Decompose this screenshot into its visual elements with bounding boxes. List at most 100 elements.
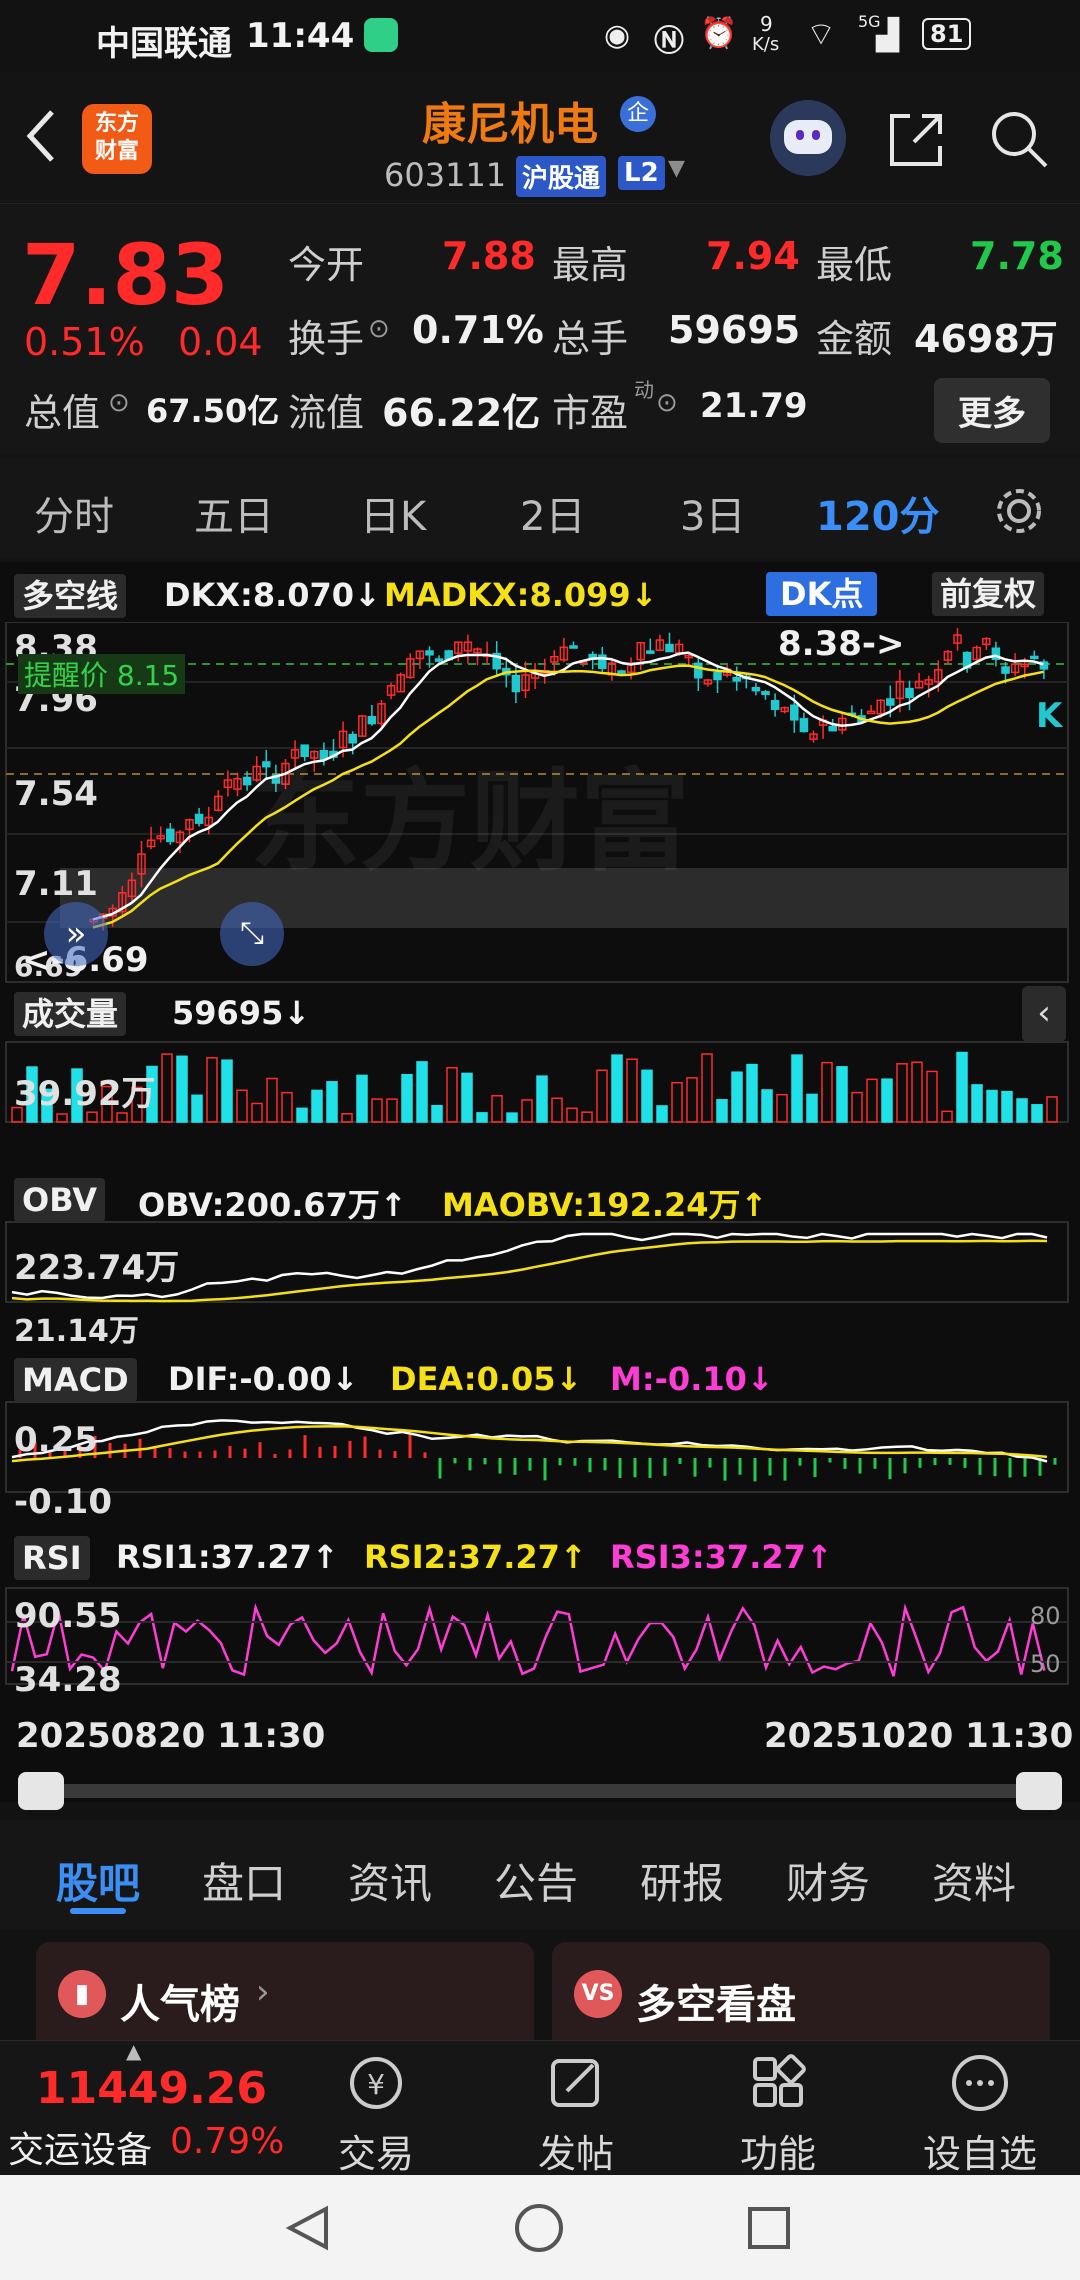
- vs-icon: VS: [574, 1970, 622, 2018]
- open-value: 7.88: [442, 234, 536, 278]
- rsi-indicator-selector[interactable]: RSI: [14, 1536, 90, 1580]
- level-tag[interactable]: L2: [618, 156, 665, 190]
- rsi3-value: RSI3:37.27↑: [610, 1538, 833, 1576]
- tab-five-day[interactable]: 五日: [194, 484, 274, 542]
- info-icon[interactable]: ⊙: [108, 388, 130, 418]
- macd-y-tick: 0.25: [14, 1420, 98, 1460]
- add-watchlist-label: 设自选: [922, 2132, 1037, 2176]
- stock-header: 东方 财富 康尼机电 企 603111 沪股通 L2 ▼: [0, 72, 1080, 204]
- signal-icon: ▟: [876, 18, 900, 53]
- tab-announcements[interactable]: 公告: [494, 1850, 578, 1911]
- system-nav-bar: [0, 2175, 1080, 2280]
- market-tag[interactable]: 沪股通: [516, 156, 607, 197]
- range-handle-left[interactable]: [18, 1772, 64, 1810]
- tab-three-day[interactable]: 3日: [680, 484, 745, 542]
- stock-name[interactable]: 康尼机电: [422, 88, 598, 152]
- turnover-value: 0.71%: [412, 308, 544, 352]
- tab-finance[interactable]: 财务: [786, 1850, 870, 1911]
- tab-guba[interactable]: 股吧: [56, 1850, 140, 1911]
- sector-pct: 0.79%: [170, 2121, 285, 2162]
- trade-label: 交易: [337, 2132, 414, 2176]
- range-handle-right[interactable]: [1016, 1772, 1062, 1810]
- settings-gear-icon[interactable]: [992, 484, 1046, 538]
- float-label: 流值: [288, 391, 365, 435]
- eye-icon: ◉: [604, 18, 631, 53]
- open-label: 今开: [288, 243, 365, 287]
- robot-assistant-icon[interactable]: [770, 100, 846, 176]
- macd-indicator-selector[interactable]: MACD: [14, 1358, 137, 1402]
- volume-label: 总手: [552, 317, 629, 361]
- info-icon[interactable]: ⊙: [656, 388, 678, 418]
- more-button[interactable]: 更多: [934, 378, 1050, 443]
- macd-m: M:-0.10↓: [610, 1360, 774, 1398]
- post-button[interactable]: 发帖: [496, 2051, 656, 2178]
- quote-panel: 7.83 0.51% 0.04 今开 7.88 最高 7.94 最低 7.78 …: [0, 204, 1080, 454]
- rsi-y-tick: 90.55: [14, 1596, 122, 1636]
- chevron-right-icon: ›: [256, 1972, 270, 2012]
- alert-price-tag[interactable]: 提醒价 8.15: [18, 654, 186, 694]
- info-icon[interactable]: ⊙: [368, 314, 390, 344]
- enterprise-badge: 企: [620, 96, 656, 132]
- range-scrollbar[interactable]: [18, 1784, 1062, 1798]
- obv-indicator-selector[interactable]: OBV: [14, 1178, 106, 1222]
- more-dots-icon: [952, 2055, 1008, 2111]
- clock: 11:44: [246, 16, 355, 56]
- wifi-icon: ⌔: [806, 15, 837, 53]
- search-icon[interactable]: [986, 106, 1052, 172]
- functions-button[interactable]: 功能: [698, 2051, 858, 2178]
- tab-news[interactable]: 资讯: [348, 1850, 432, 1911]
- x-end-label: 20251020 11:30: [764, 1716, 1074, 1756]
- speed-value: 9: [760, 12, 773, 36]
- grid-icon: [753, 2054, 806, 2107]
- macd-dea: DEA:0.05↓: [390, 1360, 583, 1398]
- dk-point-button[interactable]: DK点: [766, 572, 878, 616]
- info-tabs: 股吧 盘口 资讯 公告 研报 财务 资料: [0, 1820, 1080, 1930]
- tab-order-book[interactable]: 盘口: [202, 1850, 286, 1911]
- feature-cards: ▮ 人气榜 › VS 多空看盘: [0, 1930, 1080, 2052]
- home-circle-icon[interactable]: [512, 2201, 566, 2255]
- yen-coin-icon: ¥: [350, 2057, 402, 2109]
- expand-left-icon[interactable]: »: [44, 902, 108, 966]
- sector-index-value: 11449.26: [36, 2063, 268, 2114]
- tab-intraday[interactable]: 分时: [34, 484, 114, 542]
- tab-research[interactable]: 研报: [640, 1850, 724, 1911]
- trade-button[interactable]: ¥ 交易: [296, 2051, 456, 2178]
- app-notification-icon: [364, 18, 398, 52]
- x-start-label: 20250820 11:30: [16, 1716, 326, 1756]
- adjustment-button[interactable]: 前复权: [932, 572, 1045, 616]
- y-tick: 7.54: [14, 774, 98, 814]
- high-value: 7.94: [706, 234, 800, 278]
- share-icon[interactable]: [884, 108, 948, 172]
- volume-indicator-selector[interactable]: 成交量: [14, 992, 127, 1036]
- recents-square-icon[interactable]: [744, 2203, 794, 2253]
- back-icon[interactable]: [22, 106, 62, 166]
- back-triangle-icon[interactable]: [282, 2203, 332, 2253]
- abs-change: 0.04: [178, 320, 263, 364]
- tab-120min[interactable]: 120分: [816, 484, 940, 542]
- edit-icon: [551, 2059, 599, 2107]
- max-price-marker: 8.38->: [778, 624, 905, 664]
- tab-two-day[interactable]: 2日: [520, 484, 585, 542]
- volume-y-tick: 39.92万: [14, 1074, 156, 1114]
- functions-label: 功能: [739, 2132, 816, 2176]
- chevron-down-icon[interactable]: ▼: [668, 156, 685, 181]
- main-indicator-selector[interactable]: 多空线: [14, 574, 127, 618]
- fullscreen-icon[interactable]: ⤡: [220, 902, 284, 966]
- macd-y-tick: -0.10: [14, 1482, 112, 1522]
- popularity-card-label: 人气榜: [120, 1982, 240, 2028]
- pe-label: 市盈: [552, 391, 629, 435]
- collapse-panel-icon[interactable]: ‹: [1022, 986, 1066, 1042]
- amount-value: 4698万: [914, 317, 1058, 361]
- pe-value: 21.79: [700, 386, 808, 426]
- sector-index-widget[interactable]: ▲ 11449.26 交运设备 0.79%: [0, 2039, 284, 2176]
- chevron-up-icon: ▲: [126, 2039, 142, 2063]
- tab-daily-k[interactable]: 日K: [360, 484, 426, 542]
- tab-profile[interactable]: 资料: [932, 1850, 1016, 1911]
- long-short-card[interactable]: VS 多空看盘: [552, 1942, 1050, 2052]
- popularity-card[interactable]: ▮ 人气榜 ›: [36, 1942, 534, 2052]
- logo-line1: 东方: [94, 111, 139, 136]
- add-watchlist-button[interactable]: 设自选: [900, 2051, 1060, 2178]
- volume-value: 59695: [668, 308, 801, 352]
- madkx-value: MADKX:8.099↓: [384, 576, 658, 614]
- high-label: 最高: [552, 243, 629, 287]
